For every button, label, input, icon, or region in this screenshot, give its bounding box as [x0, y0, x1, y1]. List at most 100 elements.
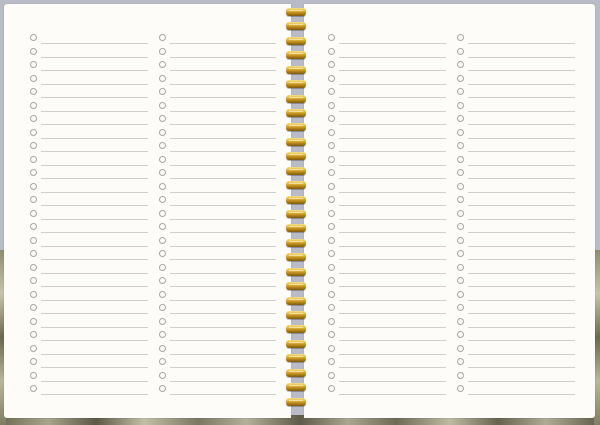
circle-checkbox-icon[interactable]: [457, 115, 464, 122]
circle-checkbox-icon[interactable]: [159, 263, 166, 271]
circle-checkbox-icon[interactable]: [159, 331, 166, 338]
circle-checkbox-icon[interactable]: [159, 169, 166, 176]
circle-checkbox-icon[interactable]: [30, 61, 37, 68]
circle-checkbox-icon[interactable]: [457, 196, 464, 203]
circle-checkbox-icon[interactable]: [159, 344, 166, 352]
circle-checkbox-icon[interactable]: [30, 250, 37, 257]
circle-checkbox-icon[interactable]: [30, 142, 37, 149]
circle-checkbox-icon[interactable]: [159, 182, 166, 190]
circle-checkbox-icon[interactable]: [30, 236, 37, 244]
circle-checkbox-icon[interactable]: [30, 290, 37, 298]
circle-checkbox-icon[interactable]: [457, 331, 464, 338]
circle-checkbox-icon[interactable]: [457, 263, 464, 271]
circle-checkbox-icon[interactable]: [159, 34, 166, 41]
circle-checkbox-icon[interactable]: [328, 223, 335, 230]
circle-checkbox-icon[interactable]: [159, 236, 166, 244]
circle-checkbox-icon[interactable]: [457, 236, 464, 244]
circle-checkbox-icon[interactable]: [457, 101, 464, 109]
circle-checkbox-icon[interactable]: [30, 155, 37, 163]
circle-checkbox-icon[interactable]: [159, 223, 166, 230]
circle-checkbox-icon[interactable]: [159, 101, 166, 109]
circle-checkbox-icon[interactable]: [30, 115, 37, 122]
circle-checkbox-icon[interactable]: [457, 142, 464, 149]
circle-checkbox-icon[interactable]: [30, 331, 37, 338]
circle-checkbox-icon[interactable]: [30, 88, 37, 95]
circle-checkbox-icon[interactable]: [30, 209, 37, 217]
circle-checkbox-icon[interactable]: [159, 128, 166, 136]
circle-checkbox-icon[interactable]: [328, 169, 335, 176]
circle-checkbox-icon[interactable]: [457, 277, 464, 284]
circle-checkbox-icon[interactable]: [30, 34, 37, 41]
circle-checkbox-icon[interactable]: [328, 277, 335, 284]
circle-checkbox-icon[interactable]: [328, 331, 335, 338]
circle-checkbox-icon[interactable]: [159, 304, 166, 311]
circle-checkbox-icon[interactable]: [159, 155, 166, 163]
circle-checkbox-icon[interactable]: [30, 74, 37, 82]
circle-checkbox-icon[interactable]: [159, 47, 166, 55]
circle-checkbox-icon[interactable]: [159, 277, 166, 284]
circle-checkbox-icon[interactable]: [30, 385, 37, 392]
circle-checkbox-icon[interactable]: [328, 34, 335, 41]
circle-checkbox-icon[interactable]: [328, 74, 335, 82]
circle-checkbox-icon[interactable]: [457, 304, 464, 311]
circle-checkbox-icon[interactable]: [457, 169, 464, 176]
circle-checkbox-icon[interactable]: [457, 61, 464, 68]
circle-checkbox-icon[interactable]: [328, 47, 335, 55]
circle-checkbox-icon[interactable]: [328, 250, 335, 257]
circle-checkbox-icon[interactable]: [328, 385, 335, 392]
circle-checkbox-icon[interactable]: [30, 169, 37, 176]
circle-checkbox-icon[interactable]: [30, 128, 37, 136]
circle-checkbox-icon[interactable]: [30, 371, 37, 379]
circle-checkbox-icon[interactable]: [328, 263, 335, 271]
circle-checkbox-icon[interactable]: [457, 128, 464, 136]
circle-checkbox-icon[interactable]: [328, 358, 335, 365]
circle-checkbox-icon[interactable]: [30, 223, 37, 230]
circle-checkbox-icon[interactable]: [30, 344, 37, 352]
circle-checkbox-icon[interactable]: [328, 61, 335, 68]
circle-checkbox-icon[interactable]: [30, 304, 37, 311]
circle-checkbox-icon[interactable]: [328, 182, 335, 190]
circle-checkbox-icon[interactable]: [159, 209, 166, 217]
circle-checkbox-icon[interactable]: [457, 74, 464, 82]
circle-checkbox-icon[interactable]: [457, 290, 464, 298]
circle-checkbox-icon[interactable]: [457, 88, 464, 95]
circle-checkbox-icon[interactable]: [457, 250, 464, 257]
circle-checkbox-icon[interactable]: [30, 263, 37, 271]
circle-checkbox-icon[interactable]: [30, 196, 37, 203]
circle-checkbox-icon[interactable]: [30, 182, 37, 190]
circle-checkbox-icon[interactable]: [328, 101, 335, 109]
circle-checkbox-icon[interactable]: [159, 317, 166, 325]
circle-checkbox-icon[interactable]: [159, 250, 166, 257]
circle-checkbox-icon[interactable]: [159, 290, 166, 298]
circle-checkbox-icon[interactable]: [159, 61, 166, 68]
circle-checkbox-icon[interactable]: [30, 47, 37, 55]
circle-checkbox-icon[interactable]: [457, 371, 464, 379]
circle-checkbox-icon[interactable]: [328, 344, 335, 352]
circle-checkbox-icon[interactable]: [457, 317, 464, 325]
circle-checkbox-icon[interactable]: [30, 317, 37, 325]
circle-checkbox-icon[interactable]: [328, 196, 335, 203]
circle-checkbox-icon[interactable]: [457, 223, 464, 230]
circle-checkbox-icon[interactable]: [328, 371, 335, 379]
circle-checkbox-icon[interactable]: [457, 182, 464, 190]
circle-checkbox-icon[interactable]: [159, 142, 166, 149]
circle-checkbox-icon[interactable]: [457, 209, 464, 217]
circle-checkbox-icon[interactable]: [30, 358, 37, 365]
circle-checkbox-icon[interactable]: [159, 74, 166, 82]
circle-checkbox-icon[interactable]: [159, 371, 166, 379]
circle-checkbox-icon[interactable]: [159, 88, 166, 95]
circle-checkbox-icon[interactable]: [457, 358, 464, 365]
circle-checkbox-icon[interactable]: [328, 115, 335, 122]
circle-checkbox-icon[interactable]: [457, 47, 464, 55]
circle-checkbox-icon[interactable]: [328, 128, 335, 136]
circle-checkbox-icon[interactable]: [159, 358, 166, 365]
circle-checkbox-icon[interactable]: [159, 196, 166, 203]
circle-checkbox-icon[interactable]: [30, 101, 37, 109]
circle-checkbox-icon[interactable]: [328, 304, 335, 311]
circle-checkbox-icon[interactable]: [159, 115, 166, 122]
circle-checkbox-icon[interactable]: [328, 236, 335, 244]
circle-checkbox-icon[interactable]: [328, 155, 335, 163]
circle-checkbox-icon[interactable]: [457, 34, 464, 41]
circle-checkbox-icon[interactable]: [457, 385, 464, 392]
circle-checkbox-icon[interactable]: [328, 317, 335, 325]
